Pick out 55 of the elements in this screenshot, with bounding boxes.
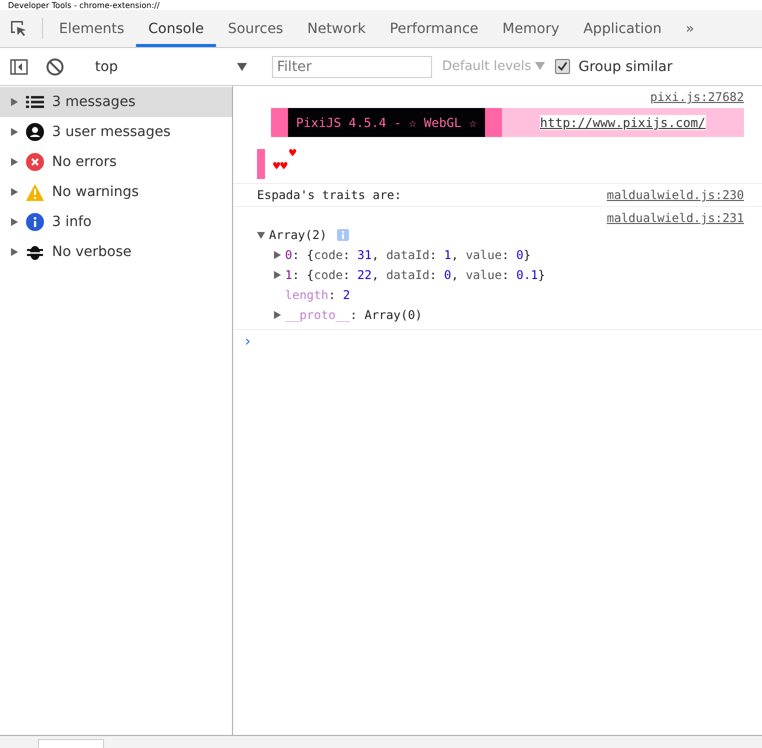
- panel-tab[interactable]: Memory: [490, 10, 572, 47]
- hearts-glyph: ♥♥: [273, 160, 288, 173]
- sidebar-item[interactable]: 3 user messages: [0, 117, 232, 147]
- collapsed-triangle-icon[interactable]: [10, 247, 18, 257]
- url-link[interactable]: http://www.pixijs.com/: [540, 115, 706, 130]
- expanded-triangle-icon[interactable]: [257, 230, 265, 240]
- collapsed-triangle-icon[interactable]: [10, 187, 18, 197]
- checkbox-label: Group similar: [578, 58, 672, 74]
- sidebar-item[interactable]: No verbose: [0, 237, 232, 267]
- sidebar-item[interactable]: 3 info: [0, 207, 232, 237]
- panel-tab[interactable]: Performance: [378, 10, 490, 47]
- more-tabs-button[interactable]: »: [674, 10, 706, 47]
- banner-stripe: [484, 108, 502, 137]
- collapsed-triangle-icon[interactable]: [10, 157, 18, 167]
- proto-entry[interactable]: __proto__: Array(0): [257, 305, 744, 325]
- sidebar-item[interactable]: 3 messages: [0, 87, 232, 117]
- warning-icon: [26, 184, 44, 200]
- error-icon: [26, 153, 44, 171]
- panel-tab[interactable]: Sources: [216, 10, 296, 47]
- source-link[interactable]: maldualwield.js:230: [606, 188, 744, 202]
- collapsed-triangle-icon[interactable]: [10, 127, 18, 137]
- collapsed-triangle-icon[interactable]: [273, 310, 281, 320]
- panel-tab[interactable]: Network: [295, 10, 378, 47]
- log-text: Espada's traits are:: [257, 188, 402, 202]
- list-icon: [26, 95, 44, 109]
- collapsed-triangle-icon[interactable]: [10, 217, 18, 227]
- array-header[interactable]: Array(2): [257, 225, 744, 245]
- sidebar-item[interactable]: No warnings: [0, 177, 232, 207]
- panel-tab[interactable]: Application: [571, 10, 674, 47]
- panel-tab[interactable]: Elements: [47, 10, 136, 47]
- banner-stripe: [271, 108, 288, 137]
- object-entry[interactable]: 0: {code: 31, dataId: 1, value: 0}: [257, 245, 744, 265]
- source-link[interactable]: pixi.js:27682: [650, 90, 744, 104]
- panel-tab[interactable]: Console: [136, 10, 216, 47]
- collapsed-triangle-icon[interactable]: [273, 250, 281, 260]
- sidebar-item[interactable]: No errors: [0, 147, 232, 177]
- info-icon: [336, 229, 349, 241]
- pixi-banner: PixiJS 4.5.4 - ☆ WebGL ☆: [288, 108, 485, 137]
- filter-field[interactable]: Filter: [272, 56, 432, 78]
- group-marker: [257, 149, 265, 179]
- info-icon: [26, 213, 44, 231]
- bug-icon: [26, 243, 44, 261]
- heart-glyph: ♥: [289, 147, 296, 160]
- caret-icon: [237, 62, 247, 70]
- console-prompt[interactable]: ›: [233, 330, 762, 352]
- source-link[interactable]: maldualwield.js:231: [606, 211, 744, 225]
- property-entry: length: 2: [284, 287, 352, 304]
- window-title: Developer Tools - chrome-extension://: [8, 0, 160, 10]
- collapsed-triangle-icon[interactable]: [273, 270, 281, 280]
- checkbox[interactable]: [555, 59, 570, 74]
- caret-icon: [535, 62, 546, 70]
- context-dropdown[interactable]: top: [91, 58, 251, 74]
- user-icon: [26, 123, 44, 141]
- collapsed-triangle-icon[interactable]: [10, 97, 18, 107]
- object-entry[interactable]: 1: {code: 22, dataId: 0, value: 0.1}: [257, 265, 744, 285]
